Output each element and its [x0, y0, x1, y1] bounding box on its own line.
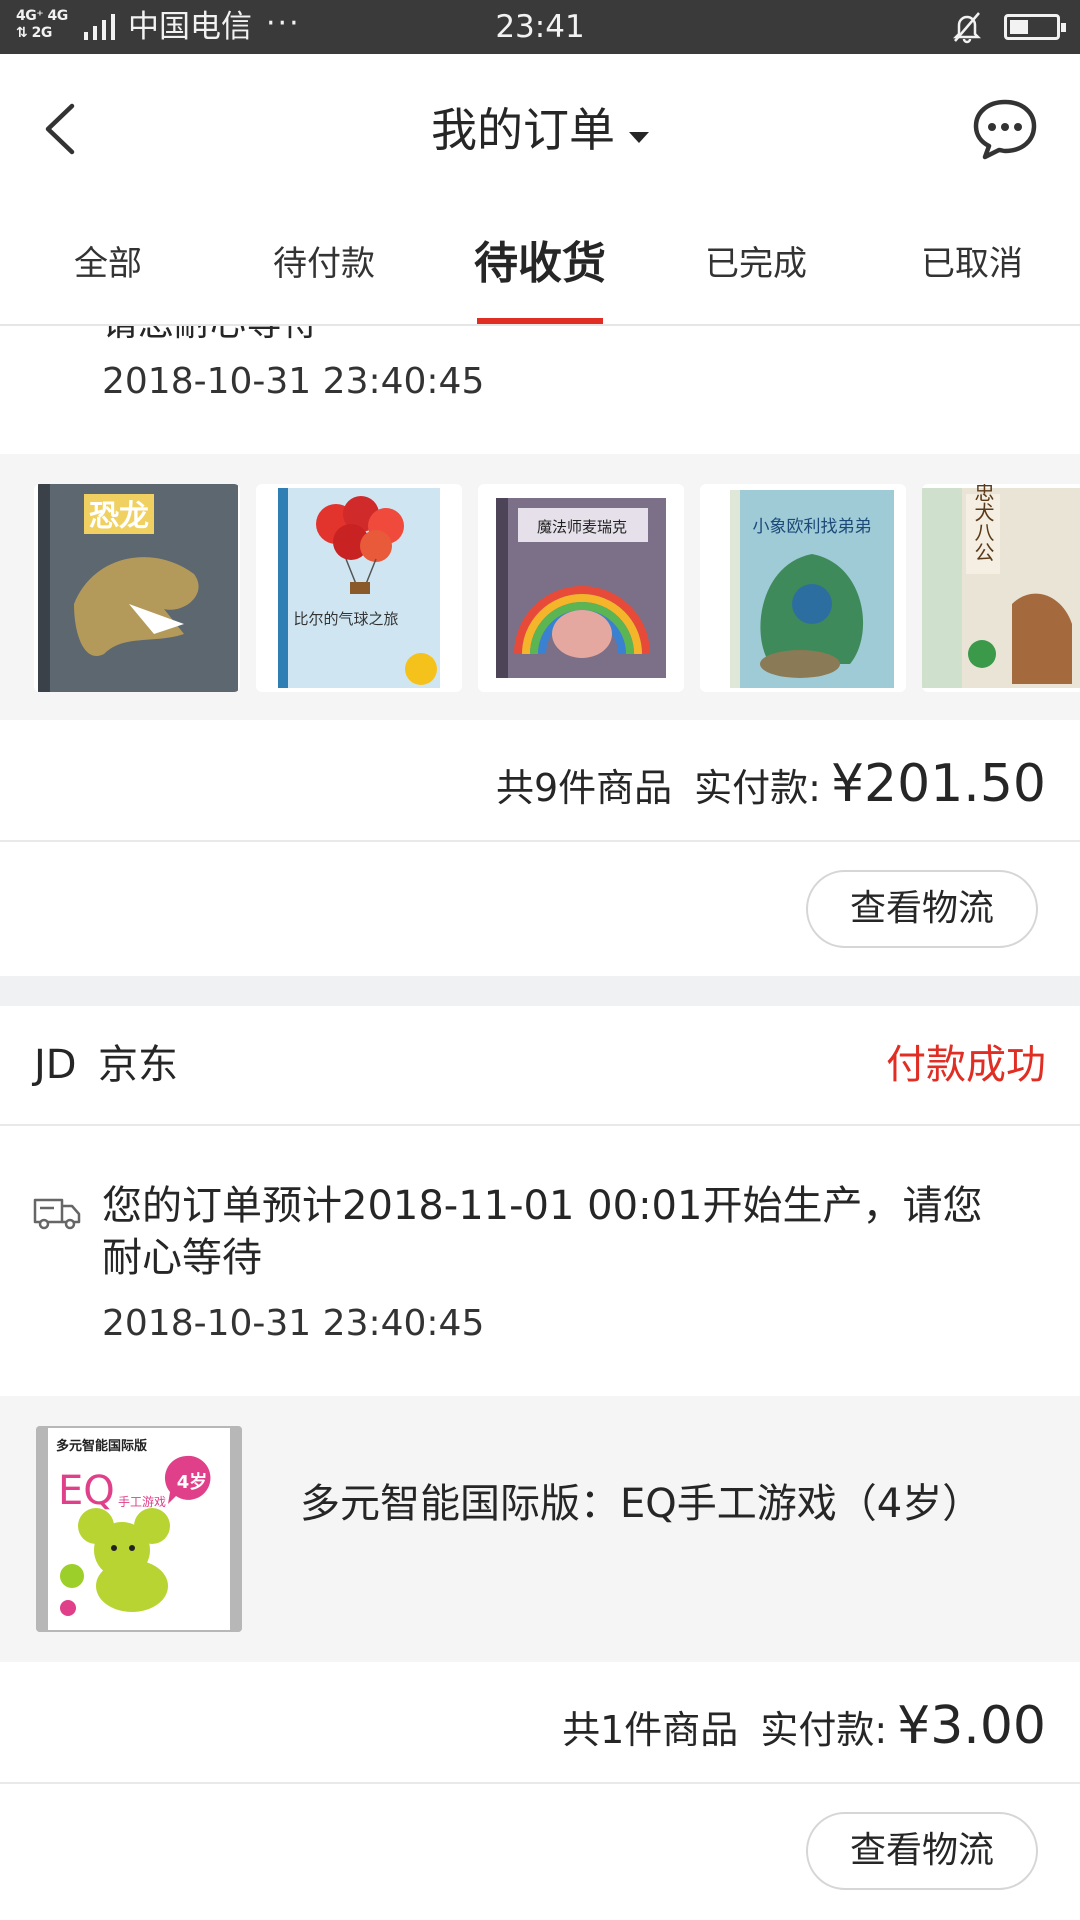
order-timestamp: 2018-10-31 23:40:45	[102, 361, 485, 402]
view-logistics-button[interactable]: 查看物流	[806, 870, 1038, 948]
product-name: 多元智能国际版：EQ手工游戏（4岁）	[300, 1481, 983, 1527]
order-status-tabs: 全部 待付款 待收货 已完成 已取消	[0, 204, 1080, 326]
order-timestamp: 2018-10-31 23:40:45	[102, 1303, 485, 1344]
order-summary: 共9件商品 实付款: ¥201.50	[0, 720, 1080, 840]
order-list[interactable]: 请您耐心等待 2018-10-31 23:40:45 恐龙	[0, 326, 1080, 1920]
view-logistics-button[interactable]: 查看物流	[806, 1812, 1038, 1890]
cover-age: 4岁	[177, 1471, 208, 1493]
active-tab-indicator	[477, 318, 603, 324]
battery-icon	[1004, 14, 1066, 40]
order-summary: 共1件商品 实付款: ¥3.00	[0, 1662, 1080, 1782]
app-header: 我的订单	[0, 54, 1080, 204]
order-separator	[0, 976, 1080, 1006]
status-bar: 4G⁺ 4G ⇅ 2G 中国电信 ··· 23:41	[0, 0, 1080, 54]
order-notice-partial: 请您耐心等待	[102, 326, 318, 346]
paid-amount: ¥3.00	[897, 1696, 1046, 1756]
product-thumbnail[interactable]: 小象欧利找弟弟	[700, 484, 906, 692]
item-count: 共9件商品	[495, 766, 673, 810]
shop-header[interactable]: JD 京东 付款成功	[0, 1006, 1080, 1124]
product-thumbnail[interactable]: 恐龙	[34, 484, 240, 692]
divider	[0, 840, 1080, 842]
page-title: 我的订单	[431, 103, 615, 157]
product-thumbnail[interactable]: 多元智能国际版 EQ 手工游戏 4岁	[36, 1426, 242, 1632]
product-thumbnail[interactable]: 魔法师麦瑞克	[478, 484, 684, 692]
book-cover-title: 忠犬八公	[971, 484, 995, 562]
book-cover-title: 小象欧利找弟弟	[753, 517, 872, 537]
item-count: 共1件商品	[562, 1708, 739, 1752]
cover-title: EQ	[58, 1468, 115, 1514]
product-thumbnail[interactable]: 忠犬八公	[922, 484, 1080, 692]
book-cover-title: 恐龙	[89, 499, 149, 534]
truck-icon	[33, 1198, 81, 1230]
order-type-dropdown[interactable]: 我的订单	[0, 100, 1080, 160]
caret-down-icon	[629, 132, 649, 143]
paid-label: 实付款:	[694, 766, 821, 810]
divider	[0, 1782, 1080, 1784]
tab-completed[interactable]: 已完成	[648, 204, 864, 324]
order-status: 付款成功	[886, 1042, 1046, 1088]
paid-label: 实付款:	[760, 1708, 888, 1752]
jd-logo-icon: JD	[34, 1042, 77, 1088]
product-thumbnail[interactable]: 比尔的气球之旅	[256, 484, 462, 692]
battery-level	[1010, 20, 1028, 34]
paid-amount: ¥201.50	[830, 754, 1046, 814]
product-image-strip[interactable]: 恐龙 比尔的气球之旅 魔法师麦瑞克 小象欧利找弟弟 忠犬八公	[0, 454, 1080, 720]
tab-cancelled[interactable]: 已取消	[864, 204, 1080, 324]
book-cover-title: 魔法师麦瑞克	[537, 518, 627, 536]
product-row[interactable]: 多元智能国际版 EQ 手工游戏 4岁 多元智能国际版：EQ手工游戏（4岁）	[0, 1396, 1080, 1662]
tab-pending-receipt[interactable]: 待收货	[432, 204, 648, 324]
cover-subtitle: 手工游戏	[118, 1495, 166, 1509]
tab-pending-payment[interactable]: 待付款	[216, 204, 432, 324]
shop-name: 京东	[98, 1042, 178, 1088]
cover-brand: 多元智能国际版	[56, 1438, 147, 1454]
book-cover-title: 比尔的气球之旅	[293, 610, 398, 628]
divider	[0, 1124, 1080, 1126]
chat-bubble-icon[interactable]	[970, 94, 1040, 164]
clock: 23:41	[495, 9, 585, 45]
tab-all[interactable]: 全部	[0, 204, 216, 324]
bell-muted-icon	[952, 12, 982, 44]
order-notice: 您的订单预计2018-11-01 00:01开始生产，请您耐心等待	[102, 1183, 983, 1281]
